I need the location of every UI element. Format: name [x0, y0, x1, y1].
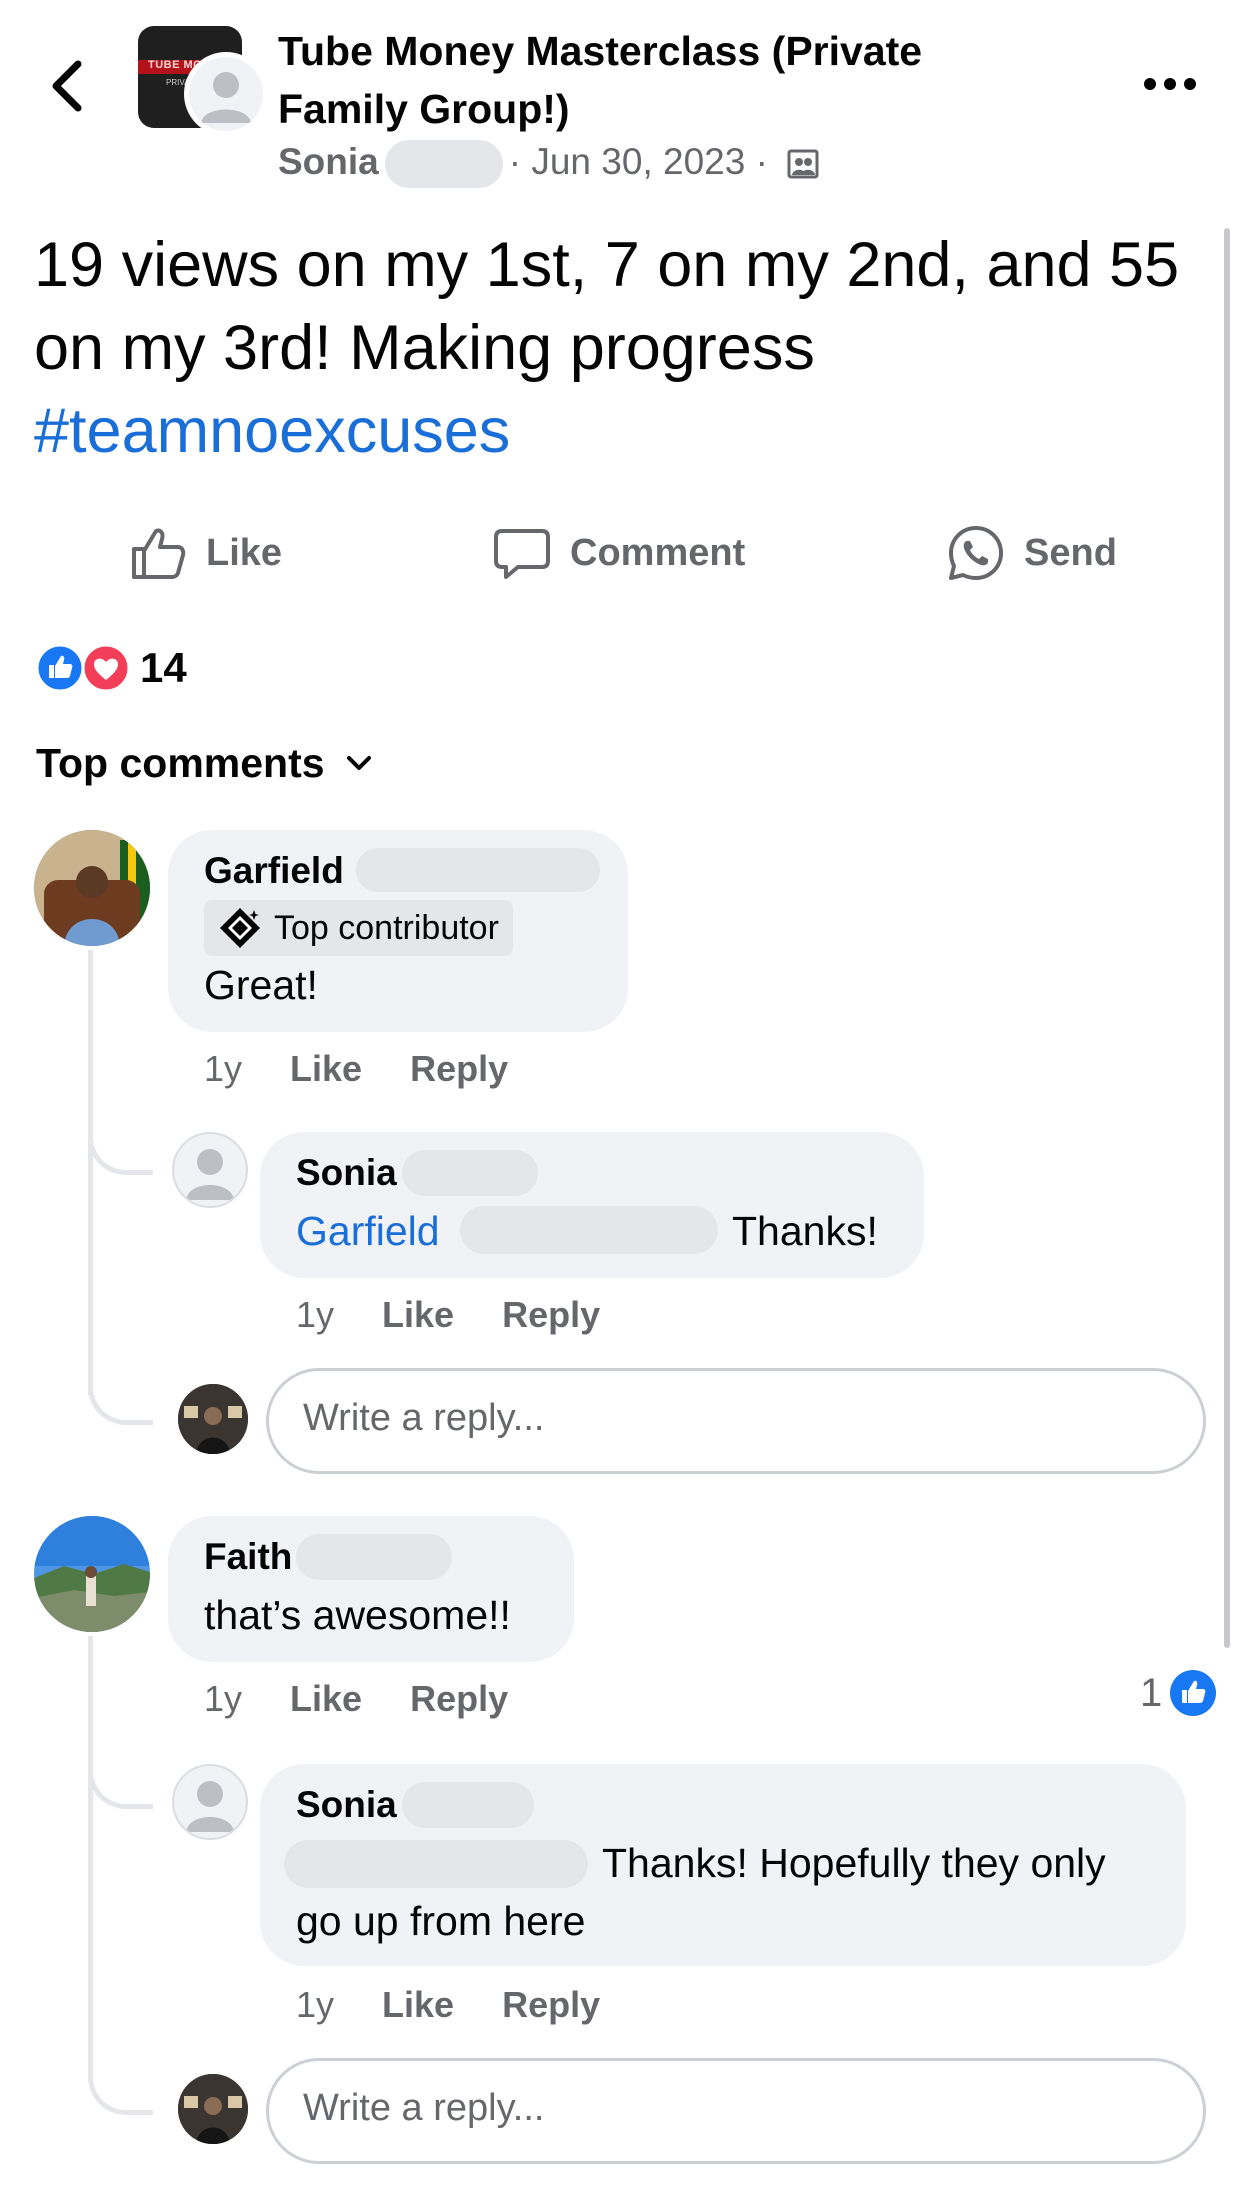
profile-photo — [178, 1384, 248, 1454]
comment-text: Great! — [204, 962, 318, 1008]
members-icon — [787, 149, 819, 179]
commenter-avatar[interactable] — [34, 830, 150, 946]
group-name[interactable]: Tube Money Masterclass (Private Family G… — [278, 22, 1018, 138]
reply-text-line2: go up from here — [296, 1898, 586, 1944]
comment-actions: 1y Like Reply — [204, 1678, 508, 1720]
replier-avatar[interactable] — [172, 1764, 248, 1840]
reply-like-button[interactable]: Like — [382, 1984, 454, 2026]
like-button[interactable]: Like — [128, 518, 282, 588]
author-name[interactable]: Sonia — [278, 141, 379, 182]
post-meta: Sonia · Jun 30, 2023 · — [278, 140, 820, 188]
default-profile-icon — [186, 1149, 234, 1200]
like-count: 1 — [1140, 1670, 1163, 1715]
reply-reply-button[interactable]: Reply — [502, 1984, 600, 2026]
thread-connector — [88, 1330, 153, 1425]
reply-time[interactable]: 1y — [296, 1984, 334, 2026]
more-options-button[interactable] — [1140, 72, 1200, 96]
send-label: Send — [1024, 531, 1117, 574]
like-label: Like — [206, 531, 283, 574]
replier-name[interactable]: Sonia — [296, 1784, 397, 1826]
default-profile-icon — [186, 1781, 234, 1832]
redacted-name — [384, 140, 503, 188]
separator: · — [508, 140, 522, 182]
post-text: 19 views on my 1st, 7 on my 2nd, and 55 … — [34, 230, 1180, 383]
thread-line — [88, 950, 93, 1395]
profile-photo — [34, 830, 150, 946]
commenter-name[interactable]: Garfield — [204, 850, 344, 892]
my-avatar[interactable] — [178, 2074, 248, 2144]
comment-icon — [494, 529, 550, 579]
separator: · — [755, 140, 768, 182]
redacted-name — [402, 1150, 538, 1196]
more-icon — [1144, 78, 1196, 90]
top-contributor-badge[interactable]: Top contributor — [204, 900, 513, 956]
commenter-name[interactable]: Faith — [204, 1536, 292, 1578]
back-button[interactable] — [44, 56, 94, 116]
comment-reply-button[interactable]: Reply — [410, 1048, 508, 1090]
thread-connector — [88, 1730, 153, 1809]
thread-connector — [88, 1100, 153, 1175]
profile-photo — [34, 1516, 150, 1632]
replier-name[interactable]: Sonia — [296, 1152, 397, 1194]
post-date[interactable]: Jun 30, 2023 — [531, 141, 745, 182]
comment-time[interactable]: 1y — [204, 1048, 242, 1090]
badge-label: Top contributor — [274, 908, 499, 947]
redacted-mention — [460, 1206, 718, 1254]
like-reaction-icon — [1170, 1670, 1217, 1716]
thumbs-up-icon — [132, 528, 186, 579]
thread-line — [88, 1636, 93, 2056]
post-hashtag[interactable]: #teamnoexcuses — [34, 390, 510, 473]
comment-like-button[interactable]: Like — [290, 1678, 362, 1720]
comment-like-count[interactable]: 1 — [1140, 1668, 1218, 1718]
redacted-name — [356, 848, 600, 892]
comment-button[interactable]: Comment — [492, 518, 745, 588]
comment-text: that’s awesome!! — [204, 1592, 511, 1638]
reply-actions: 1y Like Reply — [296, 1294, 600, 1336]
reply-time[interactable]: 1y — [296, 1294, 334, 1336]
scrollbar[interactable] — [1224, 228, 1230, 1648]
reply-placeholder: Write a reply... — [303, 2087, 545, 2129]
redacted-name — [402, 1782, 534, 1828]
replier-avatar[interactable] — [172, 1132, 248, 1208]
poster-avatar[interactable] — [184, 52, 268, 136]
redacted-mention — [284, 1840, 588, 1888]
comment-like-button[interactable]: Like — [290, 1048, 362, 1090]
comment-actions: 1y Like Reply — [204, 1048, 508, 1090]
default-profile-icon — [201, 72, 251, 123]
reply-text-body: Thanks! — [732, 1208, 878, 1254]
commenter-avatar[interactable] — [34, 1516, 150, 1632]
reaction-icons — [35, 643, 130, 693]
reply-input[interactable]: Write a reply... — [266, 1368, 1206, 1474]
top-contributor-icon — [220, 908, 260, 948]
my-avatar[interactable] — [178, 1384, 248, 1454]
thread-connector — [88, 2010, 153, 2115]
comment-label: Comment — [570, 531, 746, 574]
reply-actions: 1y Like Reply — [296, 1984, 600, 2026]
whatsapp-icon — [949, 526, 1003, 580]
reply-input[interactable]: Write a reply... — [266, 2058, 1206, 2164]
reply-text: Garfield — [296, 1202, 440, 1260]
reply-like-button[interactable]: Like — [382, 1294, 454, 1336]
reaction-count: 14 — [140, 644, 187, 691]
reply-reply-button[interactable]: Reply — [502, 1294, 600, 1336]
reply-placeholder: Write a reply... — [303, 1397, 545, 1439]
redacted-name — [296, 1534, 452, 1580]
comment-time[interactable]: 1y — [204, 1678, 242, 1720]
reaction-summary[interactable]: 14 — [34, 638, 187, 698]
chevron-left-icon — [52, 60, 82, 112]
chevron-down-icon — [346, 755, 371, 770]
profile-photo — [178, 2074, 248, 2144]
reply-text-line1: Thanks! Hopefully they only — [602, 1840, 1106, 1886]
comment-sort-label: Top comments — [36, 740, 325, 786]
comment-reply-button[interactable]: Reply — [410, 1678, 508, 1720]
mention-link[interactable]: Garfield — [296, 1208, 440, 1254]
comment-sort-dropdown[interactable]: Top comments — [36, 740, 373, 787]
send-button[interactable]: Send — [946, 518, 1117, 588]
